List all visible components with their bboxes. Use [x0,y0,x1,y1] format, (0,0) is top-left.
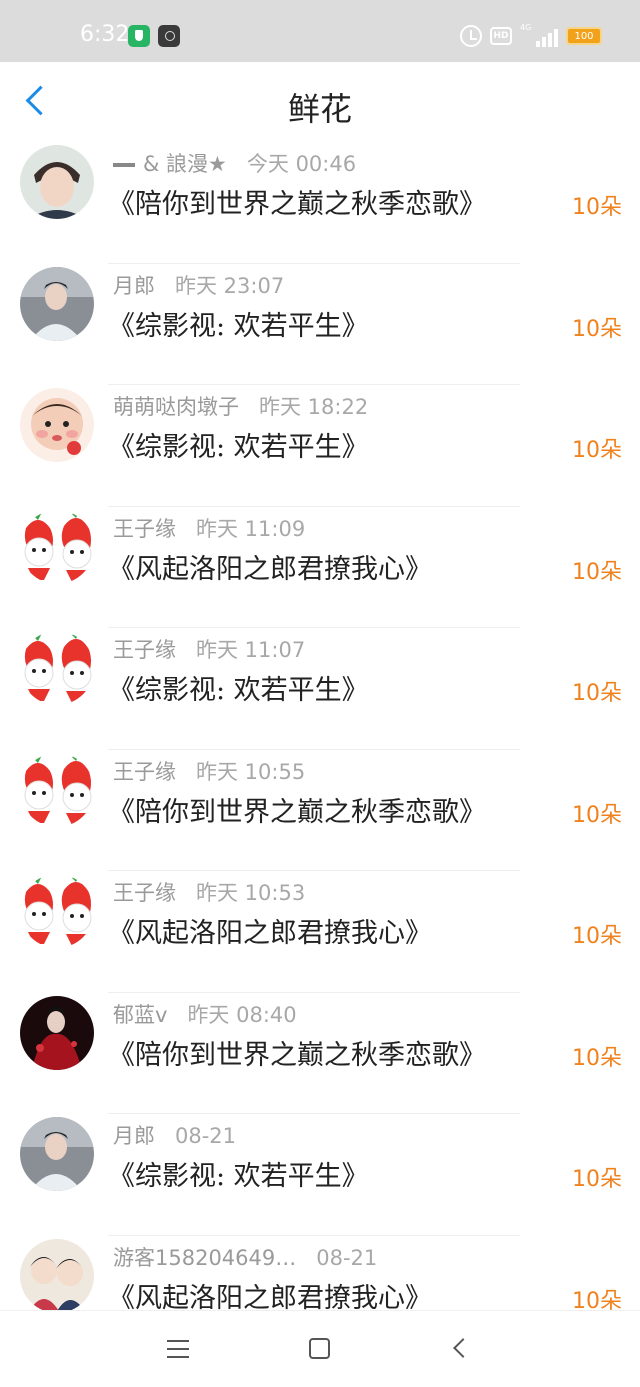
book-title[interactable]: 《风起洛阳之郎君撩我心》 [108,547,432,586]
book-title[interactable]: 《陪你到世界之巅之秋季恋歌》 [108,182,486,221]
list-item[interactable]: 月郎 昨天 23:07 《综影视: 欢若平生》 10朵 [0,264,640,385]
avatar[interactable] [20,874,94,948]
list-item[interactable]: 月郎 08-21 《综影视: 欢若平生》 10朵 [0,1114,640,1236]
list-item[interactable]: 王子缘 昨天 10:53 《风起洛阳之郎君撩我心》 10朵 [0,871,640,993]
sender-name: 游客158204649… [113,1245,297,1270]
book-title[interactable]: 《风起洛阳之郎君撩我心》 [108,1276,432,1311]
sent-time: 昨天 11:09 [196,516,306,541]
sent-time: 08-21 [316,1245,378,1270]
book-title[interactable]: 《风起洛阳之郎君撩我心》 [108,911,432,950]
list-item[interactable]: 萌萌哒肉墩子 昨天 18:22 《综影视: 欢若平生》 10朵 [0,385,640,507]
page-header: 鲜花 [0,62,640,142]
hd-badge: HD [490,27,512,45]
list-item[interactable]: 游客158204649… 08-21 《风起洛阳之郎君撩我心》 10朵 [0,1236,640,1311]
avatar[interactable] [20,388,94,462]
avatar[interactable] [20,145,94,219]
back-icon[interactable] [453,1338,473,1358]
flower-count: 10朵 [572,1045,622,1071]
flower-list: & 誏漫★ 今天 00:46 《陪你到世界之巅之秋季恋歌》 10朵 月郎 昨天 23… [0,142,640,1310]
avatar[interactable] [20,509,94,584]
avatar[interactable] [20,1238,94,1310]
list-item[interactable]: 王子缘 昨天 10:55 《陪你到世界之巅之秋季恋歌》 10朵 [0,750,640,871]
item-meta: 月郎 昨天 23:07 [113,270,284,300]
sent-time: 昨天 10:55 [196,759,306,784]
avatar[interactable] [20,752,94,827]
sender-name: 王子缘 [113,759,176,784]
home-icon[interactable] [309,1338,330,1359]
sender-name: & 誏漫★ [143,152,227,176]
item-meta: 王子缘 昨天 11:07 [113,634,305,664]
sender-name: 王子缘 [113,638,176,662]
list-item[interactable]: 王子缘 昨天 11:07 《综影视: 欢若平生》 10朵 [0,628,640,750]
sent-time: 今天 00:46 [246,152,357,176]
list-item[interactable]: & 誏漫★ 今天 00:46 《陪你到世界之巅之秋季恋歌》 10朵 [0,142,640,264]
status-time: 6:32 [80,22,130,47]
sender-name: 月郎 [113,1124,155,1148]
sender-name: 王子缘 [113,516,176,541]
alarm-icon [460,25,482,47]
sender-name: 萌萌哒肉墩子 [113,395,239,419]
avatar[interactable] [20,1117,94,1191]
sender-name: 郁蓝v [113,1002,168,1027]
flower-count: 10朵 [572,802,622,828]
book-title[interactable]: 《综影视: 欢若平生》 [108,668,369,707]
item-meta: 王子缘 昨天 10:53 [113,877,305,907]
flower-count: 10朵 [572,924,622,949]
book-title[interactable]: 《陪你到世界之巅之秋季恋歌》 [108,1033,486,1072]
name-prefix-bar [113,163,135,167]
flower-count: 10朵 [572,559,622,585]
flower-count: 10朵 [572,1288,622,1311]
avatar[interactable] [20,266,94,341]
item-meta: & 誏漫★ 今天 00:46 [113,148,356,178]
avatar[interactable] [20,995,94,1070]
item-meta: 月郎 08-21 [113,1120,236,1150]
sender-name: 王子缘 [113,881,176,905]
flower-count: 10朵 [572,195,622,220]
notification-app-icon [158,25,180,47]
menu-icon[interactable] [167,1340,189,1358]
item-meta: 游客158204649… 08-21 [113,1242,377,1272]
list-item[interactable]: 王子缘 昨天 11:09 《风起洛阳之郎君撩我心》 10朵 [0,507,640,628]
page-title: 鲜花 [287,90,352,128]
book-title[interactable]: 《综影视: 欢若平生》 [108,1154,369,1193]
shield-app-icon [128,25,150,47]
avatar[interactable] [20,631,94,705]
flower-count: 10朵 [572,316,622,342]
sent-time: 昨天 08:40 [187,1002,297,1027]
sent-time: 昨天 18:22 [259,395,369,419]
flower-count: 10朵 [572,1167,622,1192]
item-meta: 萌萌哒肉墩子 昨天 18:22 [113,391,368,421]
network-type-label: 4G [520,23,532,32]
battery-icon: 100 [566,27,602,45]
sent-time: 昨天 23:07 [175,273,285,298]
signal-icon: 4G [520,23,558,47]
flower-count: 10朵 [572,438,622,463]
status-indicators: HD 4G 100 [460,23,602,48]
book-title[interactable]: 《综影视: 欢若平生》 [108,304,369,343]
sent-time: 昨天 11:07 [196,638,306,662]
flower-count: 10朵 [572,681,622,706]
item-meta: 郁蓝v 昨天 08:40 [113,999,297,1029]
list-item[interactable]: 郁蓝v 昨天 08:40 《陪你到世界之巅之秋季恋歌》 10朵 [0,993,640,1114]
status-bar: 6:32 HD 4G 100 [0,0,640,62]
item-meta: 王子缘 昨天 10:55 [113,756,305,786]
system-nav-bar [0,1310,640,1387]
book-title[interactable]: 《陪你到世界之巅之秋季恋歌》 [108,790,486,829]
book-title[interactable]: 《综影视: 欢若平生》 [108,425,369,464]
sent-time: 08-21 [175,1124,237,1148]
sender-name: 月郎 [113,273,155,298]
sent-time: 昨天 10:53 [196,881,306,905]
item-meta: 王子缘 昨天 11:09 [113,513,305,543]
